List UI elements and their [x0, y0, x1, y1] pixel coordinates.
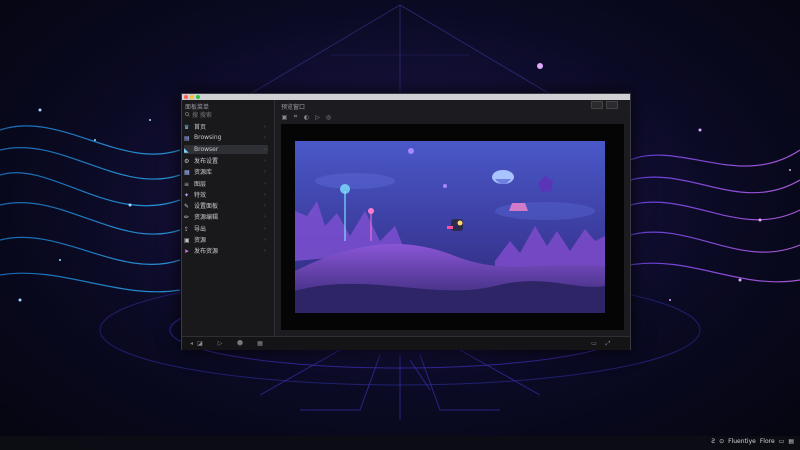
sidebar-item[interactable]: ▤ Browsing ›	[184, 133, 268, 142]
crop-icon[interactable]: ⌗	[292, 113, 299, 121]
sidebar-item[interactable]: ♛ 首页 ›	[184, 122, 268, 131]
play-icon[interactable]: ▷	[314, 114, 321, 121]
crown-icon: ♛	[184, 124, 190, 131]
chevron-right-icon: ›	[264, 169, 266, 176]
people-icon[interactable]: ☻	[236, 340, 244, 347]
sidebar-item-label: 资源库	[194, 169, 213, 177]
image-icon: ▣	[184, 237, 190, 244]
chevron-right-icon: ›	[264, 203, 266, 210]
sidebar-item-label: 发布资源	[194, 248, 219, 256]
app-window: 面板菜单 搜 搜索 ♛ 首页 › ▤ Browsing › ◣ Browser › ⚙ 发布设置 › ▦…	[181, 93, 631, 350]
preview-toolbar: ▣ ⌗ ◐ ▷ ◎	[281, 113, 332, 121]
sidebar-item-label: Browser	[194, 145, 219, 153]
camera-icon[interactable]: ◪	[196, 340, 204, 347]
tray-item[interactable]: Fluentiye	[728, 438, 756, 445]
panel-close-button[interactable]	[606, 101, 618, 109]
sidebar-item[interactable]: ✏ 资源编辑 ›	[184, 212, 268, 221]
chevron-right-icon: ›	[264, 124, 266, 130]
main-title: 预览窗口	[281, 104, 306, 111]
chevron-right-icon: ›	[264, 146, 266, 153]
tray-item[interactable]: ▭	[779, 438, 785, 445]
sidebar-item-label: 资源	[194, 237, 207, 244]
close-window-button[interactable]	[184, 95, 188, 99]
adjust-icon[interactable]: ◐	[303, 114, 310, 121]
grid-icon[interactable]: ▦	[256, 340, 264, 347]
chevron-right-icon: ›	[264, 237, 266, 243]
chevron-right-icon: ›	[264, 225, 266, 232]
sidebar-item-label: 导出	[194, 225, 207, 233]
tray-item[interactable]: ▤	[788, 438, 794, 445]
pen-icon: ✎	[184, 203, 190, 211]
grid-icon: ▦	[184, 169, 190, 177]
wand-icon: ✦	[184, 191, 190, 199]
target-icon[interactable]: ◎	[325, 114, 332, 121]
sidebar-item[interactable]: ⚙ 发布设置 ›	[184, 156, 268, 165]
chevron-right-icon: ›	[264, 191, 266, 198]
search-input[interactable]: 搜 搜索	[192, 110, 212, 119]
panel-settings-button[interactable]	[591, 101, 603, 109]
minimize-window-button[interactable]	[190, 95, 194, 99]
gear-icon: ⚙	[184, 157, 190, 165]
sidebar-item[interactable]: ◣ Browser ›	[184, 144, 268, 154]
sidebar-item-label: 图层	[194, 180, 207, 188]
folder-icon: ▤	[184, 135, 190, 143]
system-tray: Ƨ ⊙ Fluentiye Flore ▭ ▤	[711, 436, 794, 446]
status-indicator: ◂	[190, 340, 194, 347]
bird-icon: ◣	[184, 146, 189, 154]
play-icon[interactable]: ▷	[216, 340, 224, 347]
sidebar-item[interactable]: ▦ 资源库 ›	[184, 167, 268, 176]
export-icon: ⇪	[184, 225, 190, 233]
pencil-icon: ✏	[184, 214, 190, 222]
chevron-right-icon: ›	[264, 214, 266, 221]
image-icon[interactable]: ▣	[281, 114, 288, 121]
fit-icon[interactable]: ▭	[590, 340, 598, 347]
layers-icon: ≡	[184, 180, 190, 188]
tray-item[interactable]: Flore	[760, 438, 775, 445]
sidebar-item[interactable]: ➤ 发布资源 ›	[184, 246, 268, 255]
chevron-right-icon: ›	[264, 248, 266, 255]
maximize-window-button[interactable]	[196, 95, 200, 99]
sidebar-item[interactable]: ⇪ 导出 ›	[184, 224, 268, 233]
rocket-icon: ➤	[184, 248, 190, 256]
sidebar-item[interactable]: ▣ 资源 ›	[184, 235, 268, 244]
sidebar-search[interactable]: 搜 搜索	[185, 110, 269, 119]
preview-canvas[interactable]	[281, 124, 624, 330]
fullscreen-icon[interactable]: ⤢	[604, 340, 612, 347]
sidebar-item-label: 发布设置	[194, 157, 219, 165]
sidebar-item[interactable]: ≡ 图层 ›	[184, 179, 268, 188]
tray-item[interactable]: Ƨ	[711, 438, 715, 445]
main-panel: 预览窗口 ▣ ⌗ ◐ ▷ ◎	[275, 100, 630, 336]
search-icon	[185, 112, 190, 117]
chevron-right-icon: ›	[264, 157, 266, 164]
sidebar-item-label: 资源编辑	[194, 214, 219, 222]
sidebar-item-label: 特效	[194, 191, 207, 199]
sidebar-item-label: 首页	[194, 124, 207, 131]
preview-image	[295, 141, 605, 313]
chevron-right-icon: ›	[264, 135, 266, 142]
bottom-toolbar: ◂ ◪ ▷ ☻ ▦ ▭ ⤢	[182, 336, 630, 350]
tray-item[interactable]: ⊙	[719, 438, 724, 445]
sidebar-item[interactable]: ✎ 设置面板 ›	[184, 201, 268, 210]
sidebar-item-label: Browsing	[194, 134, 222, 142]
sidebar-item-label: 设置面板	[194, 203, 219, 211]
chevron-right-icon: ›	[264, 180, 266, 187]
sidebar: 面板菜单 搜 搜索 ♛ 首页 › ▤ Browsing › ◣ Browser › ⚙ 发布设置 › ▦…	[182, 100, 275, 336]
sidebar-item[interactable]: ✦ 特效 ›	[184, 190, 268, 199]
